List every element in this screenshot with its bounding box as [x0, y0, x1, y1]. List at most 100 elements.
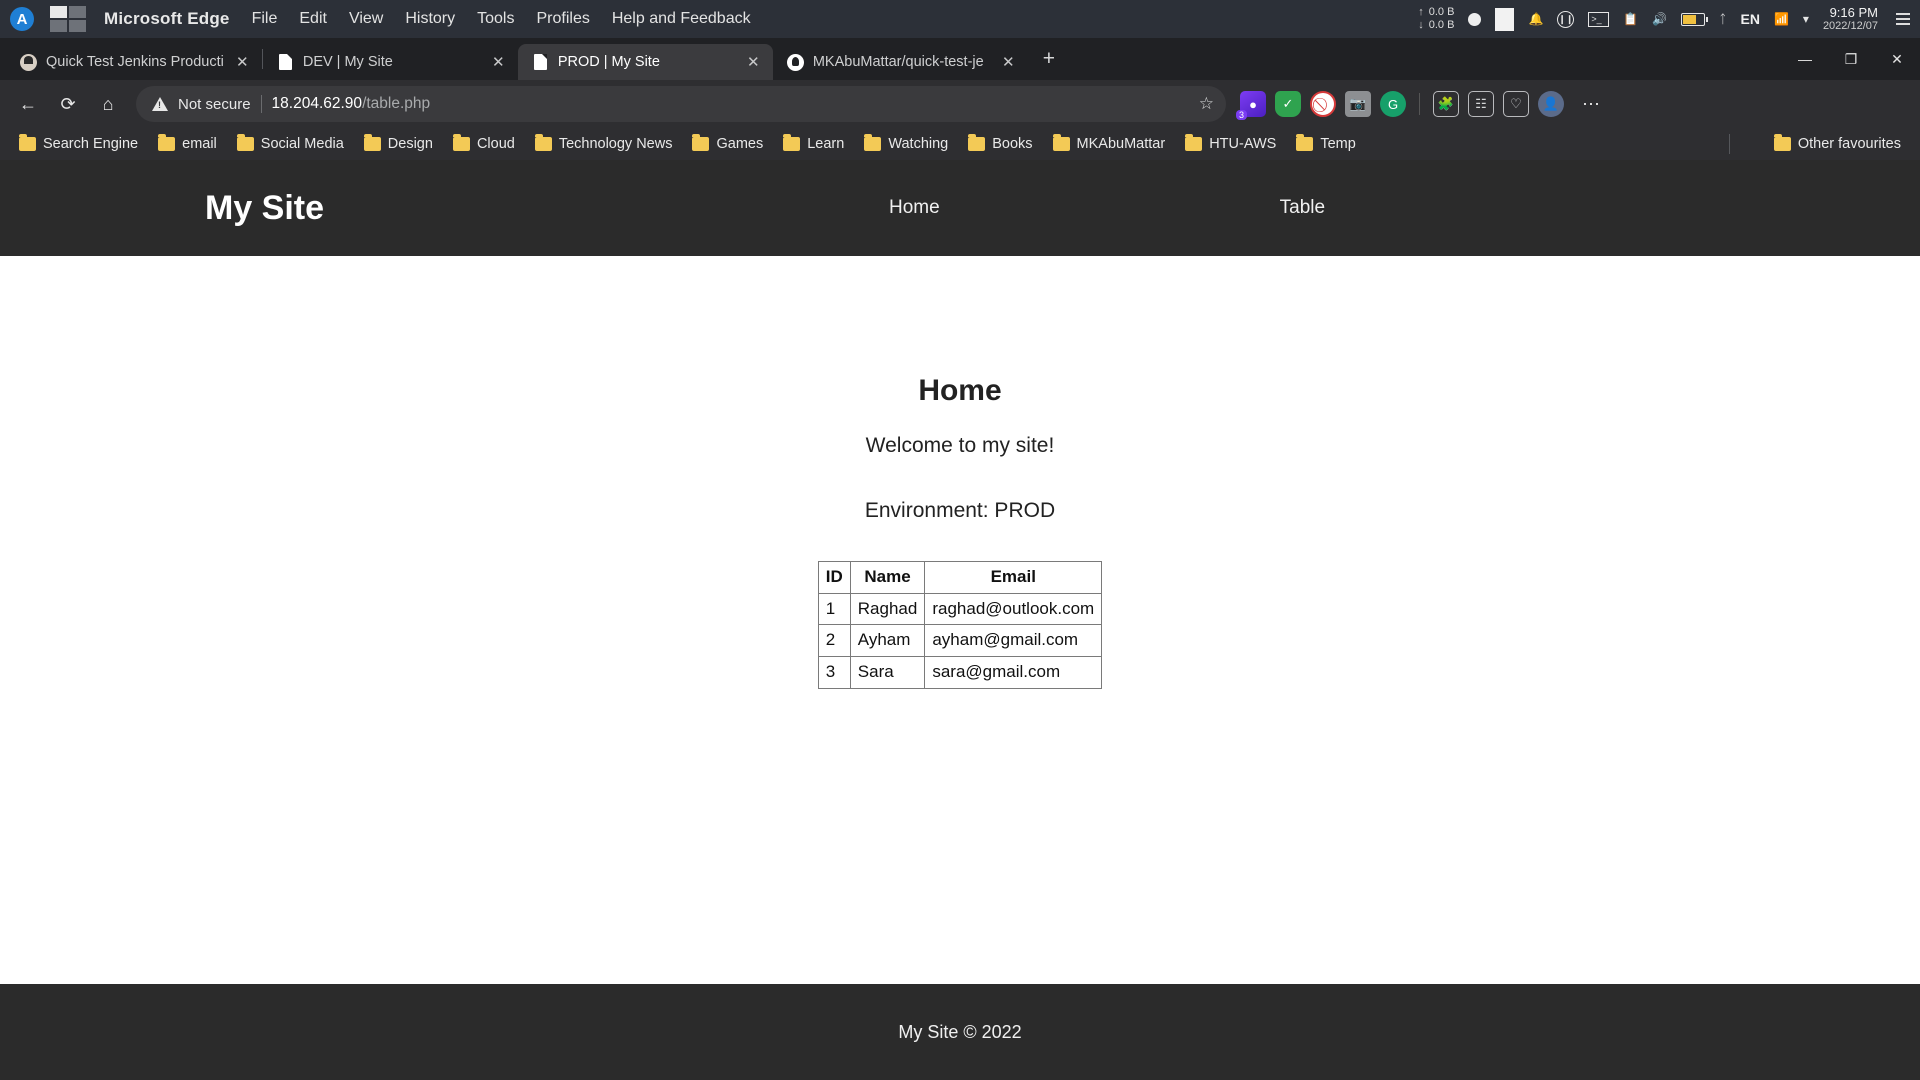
upload-rate: 0.0 B: [1428, 6, 1455, 19]
bookmark-email[interactable]: email: [149, 133, 226, 155]
grammarly-icon[interactable]: G: [1380, 91, 1406, 117]
menu-edit[interactable]: Edit: [299, 10, 327, 28]
tab-close-button[interactable]: ✕: [744, 53, 763, 72]
collections-icon[interactable]: ☷: [1468, 91, 1494, 117]
home-button[interactable]: ⌂: [90, 86, 126, 122]
folder-icon: [19, 134, 36, 151]
tab-prod-my-site[interactable]: PROD | My Site ✕: [517, 44, 773, 80]
bookmark-label: Other favourites: [1797, 136, 1901, 152]
reload-button[interactable]: ⟳: [50, 86, 86, 122]
bookmark-books[interactable]: Books: [959, 133, 1041, 155]
bookmark-games[interactable]: Games: [683, 133, 772, 155]
tab-close-button[interactable]: ✕: [489, 53, 508, 72]
tab-close-button[interactable]: ✕: [999, 53, 1018, 72]
clock-date: 2022/12/07: [1822, 20, 1878, 33]
tab-close-button[interactable]: ✕: [233, 53, 252, 72]
tab-dev-my-site[interactable]: DEV | My Site ✕: [263, 44, 518, 80]
camera-icon[interactable]: 📷: [1345, 91, 1371, 117]
wifi-icon[interactable]: 📶: [1774, 12, 1789, 26]
purple-extension-icon[interactable]: ● 3: [1236, 91, 1266, 120]
menu-file[interactable]: File: [252, 10, 278, 28]
browser-essentials-icon[interactable]: ♡: [1503, 91, 1529, 117]
bookmark-design[interactable]: Design: [355, 133, 442, 155]
tab-title: Quick Test Jenkins Producti: [46, 54, 224, 70]
menu-view[interactable]: View: [349, 10, 383, 28]
bookmark-technology-news[interactable]: Technology News: [526, 133, 682, 155]
tab-quick-test-jenkins[interactable]: Quick Test Jenkins Producti ✕: [6, 44, 262, 80]
bookmark-social-media[interactable]: Social Media: [228, 133, 353, 155]
menu-profiles[interactable]: Profiles: [536, 10, 589, 28]
os-logo-icon: A: [10, 7, 34, 31]
battery-icon[interactable]: [1681, 12, 1709, 26]
bookmark-label: MKAbuMattar: [1076, 136, 1166, 152]
puzzle-extension-icon[interactable]: 🧩: [1433, 91, 1459, 117]
os-title-bar: A Microsoft Edge File Edit View History …: [0, 0, 1920, 38]
language-indicator[interactable]: EN: [1741, 11, 1760, 27]
column-header-email: Email: [924, 561, 1103, 594]
bluetooth-icon[interactable]: ᛏ: [1719, 12, 1726, 26]
welcome-text: Welcome to my site!: [865, 434, 1055, 457]
new-tab-button[interactable]: +: [1034, 44, 1064, 74]
bookmark-label: Games: [716, 136, 764, 152]
bookmark-learn[interactable]: Learn: [774, 133, 853, 155]
window-controls: — ❐ ✕: [1782, 38, 1920, 80]
settings-more-icon[interactable]: ⋯: [1573, 86, 1609, 122]
bookmark-mkabumattar[interactable]: MKAbuMattar: [1044, 133, 1175, 155]
chevron-down-icon[interactable]: ▾: [1803, 12, 1809, 26]
page-title: Home: [918, 374, 1002, 407]
bookmark-watching[interactable]: Watching: [855, 133, 957, 155]
red-block-icon[interactable]: ⃠: [1310, 91, 1336, 117]
bookmark-search-engine[interactable]: Search Engine: [10, 133, 147, 155]
url-host: 18.204.62.90: [271, 95, 363, 112]
terminal-icon[interactable]: >_: [1588, 11, 1610, 27]
bookmark-label: Search Engine: [43, 136, 139, 152]
download-rate: 0.0 B: [1428, 19, 1455, 31]
users-table: ID Name Email 1 Raghad raghad@outlook.co…: [817, 561, 1103, 689]
profile-avatar-icon[interactable]: 👤: [1538, 91, 1564, 117]
tab-github-quick-test[interactable]: MKAbuMattar/quick-test-je ✕: [773, 44, 1028, 80]
network-values: 0.0 B 0.0 B: [1429, 6, 1455, 31]
bookmark-other-favourites[interactable]: Other favourites: [1765, 133, 1910, 155]
bookmark-label: Books: [992, 136, 1033, 152]
menu-history[interactable]: History: [405, 10, 455, 28]
nav-link-home[interactable]: Home: [889, 197, 940, 219]
green-shield-icon[interactable]: ✓: [1275, 91, 1301, 117]
menu-tools[interactable]: Tools: [477, 10, 514, 28]
workspace-switcher-icon[interactable]: [50, 6, 86, 32]
pause-circle-icon[interactable]: ❙❙: [1557, 10, 1575, 28]
cell-email: ayham@gmail.com: [924, 624, 1103, 657]
nav-link-table[interactable]: Table: [1280, 197, 1325, 219]
bookmark-temp[interactable]: Temp: [1287, 133, 1364, 155]
minimize-button[interactable]: —: [1782, 38, 1828, 80]
bookmark-label: Watching: [888, 136, 949, 152]
folder-icon: [783, 134, 801, 151]
table-row: 2 Ayham ayham@gmail.com: [817, 624, 1103, 657]
bell-icon[interactable]: 🔔: [1528, 12, 1543, 26]
bookmark-cloud[interactable]: Cloud: [444, 133, 524, 155]
folder-icon: [452, 134, 470, 151]
volume-icon[interactable]: 🔊: [1652, 12, 1667, 26]
tab-title: PROD | My Site: [557, 54, 660, 70]
menu-help-and-feedback[interactable]: Help and Feedback: [612, 10, 751, 28]
bookmark-htu-aws[interactable]: HTU-AWS: [1176, 133, 1285, 155]
clipboard-icon[interactable]: 📋: [1623, 12, 1638, 26]
network-arrows-icon: ↑ ↓: [1418, 6, 1424, 31]
site-footer: My Site © 2022: [0, 984, 1920, 1080]
close-window-button[interactable]: ✕: [1874, 38, 1920, 80]
maximize-button[interactable]: ❐: [1828, 38, 1874, 80]
cell-id: 2: [817, 624, 851, 657]
favorite-star-icon[interactable]: ☆: [1199, 94, 1214, 114]
record-dot-icon[interactable]: [1468, 12, 1482, 26]
address-bar[interactable]: Not secure 18.204.62.90/table.php ☆: [136, 86, 1226, 122]
site-brand[interactable]: My Site: [205, 189, 324, 228]
bookmark-label: Learn: [807, 136, 845, 152]
clock[interactable]: 9:16 PM 2022/12/07: [1823, 5, 1878, 34]
tab-title: DEV | My Site: [302, 54, 393, 70]
screen-icon[interactable]: [1495, 7, 1515, 31]
environment-text: Environment: PROD: [864, 499, 1056, 522]
system-menu-icon[interactable]: [1892, 13, 1914, 25]
not-secure-warning-icon: [152, 97, 168, 111]
back-button[interactable]: ←: [10, 86, 46, 122]
table-head: ID Name Email: [817, 561, 1103, 594]
bookmark-label: Cloud: [476, 136, 515, 152]
